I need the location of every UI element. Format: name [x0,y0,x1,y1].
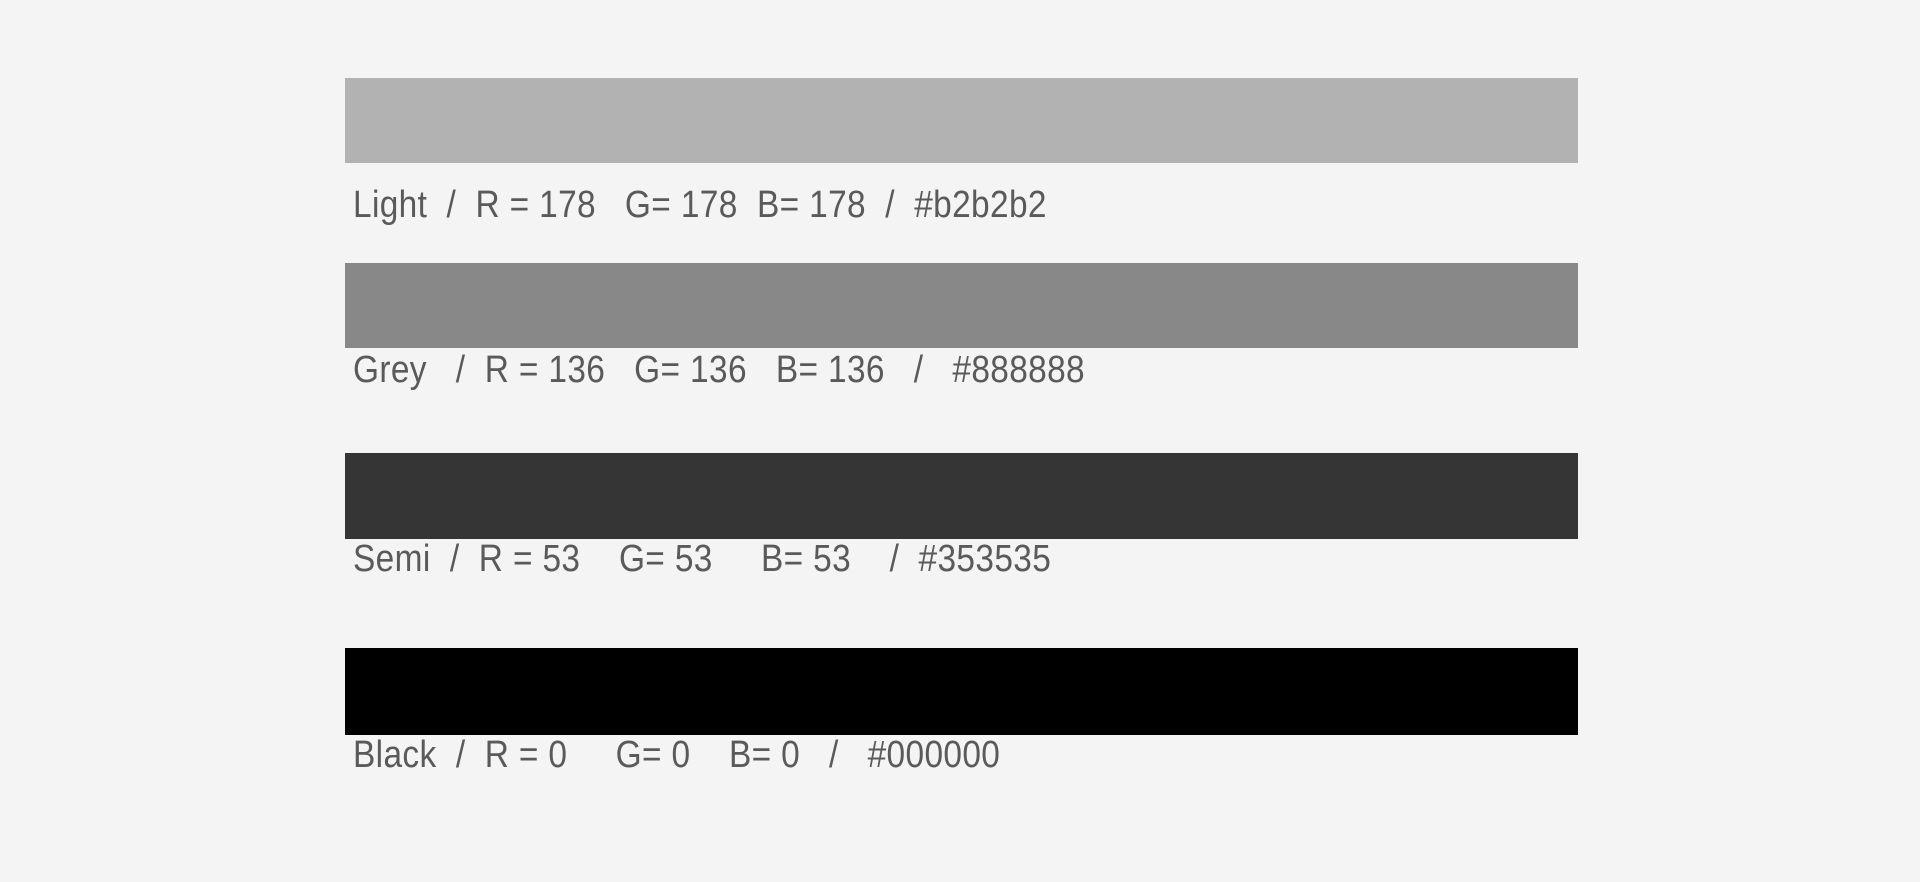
color-swatch-caption-light: Light / R = 178 G= 178 B= 178 / #b2b2b2 [353,184,1047,226]
color-swatch-caption-black: Black / R = 0 G= 0 B= 0 / #000000 [353,734,1001,776]
color-swatch-semi [345,453,1578,539]
color-swatch-grey [345,263,1578,348]
color-swatch-caption-semi: Semi / R = 53 G= 53 B= 53 / #353535 [353,538,1052,580]
color-swatch-caption-grey: Grey / R = 136 G= 136 B= 136 / #888888 [353,349,1086,391]
color-swatch-black [345,648,1578,735]
color-palette-sheet: Light / R = 178 G= 178 B= 178 / #b2b2b2 … [0,0,1920,882]
color-swatch-light [345,78,1578,163]
